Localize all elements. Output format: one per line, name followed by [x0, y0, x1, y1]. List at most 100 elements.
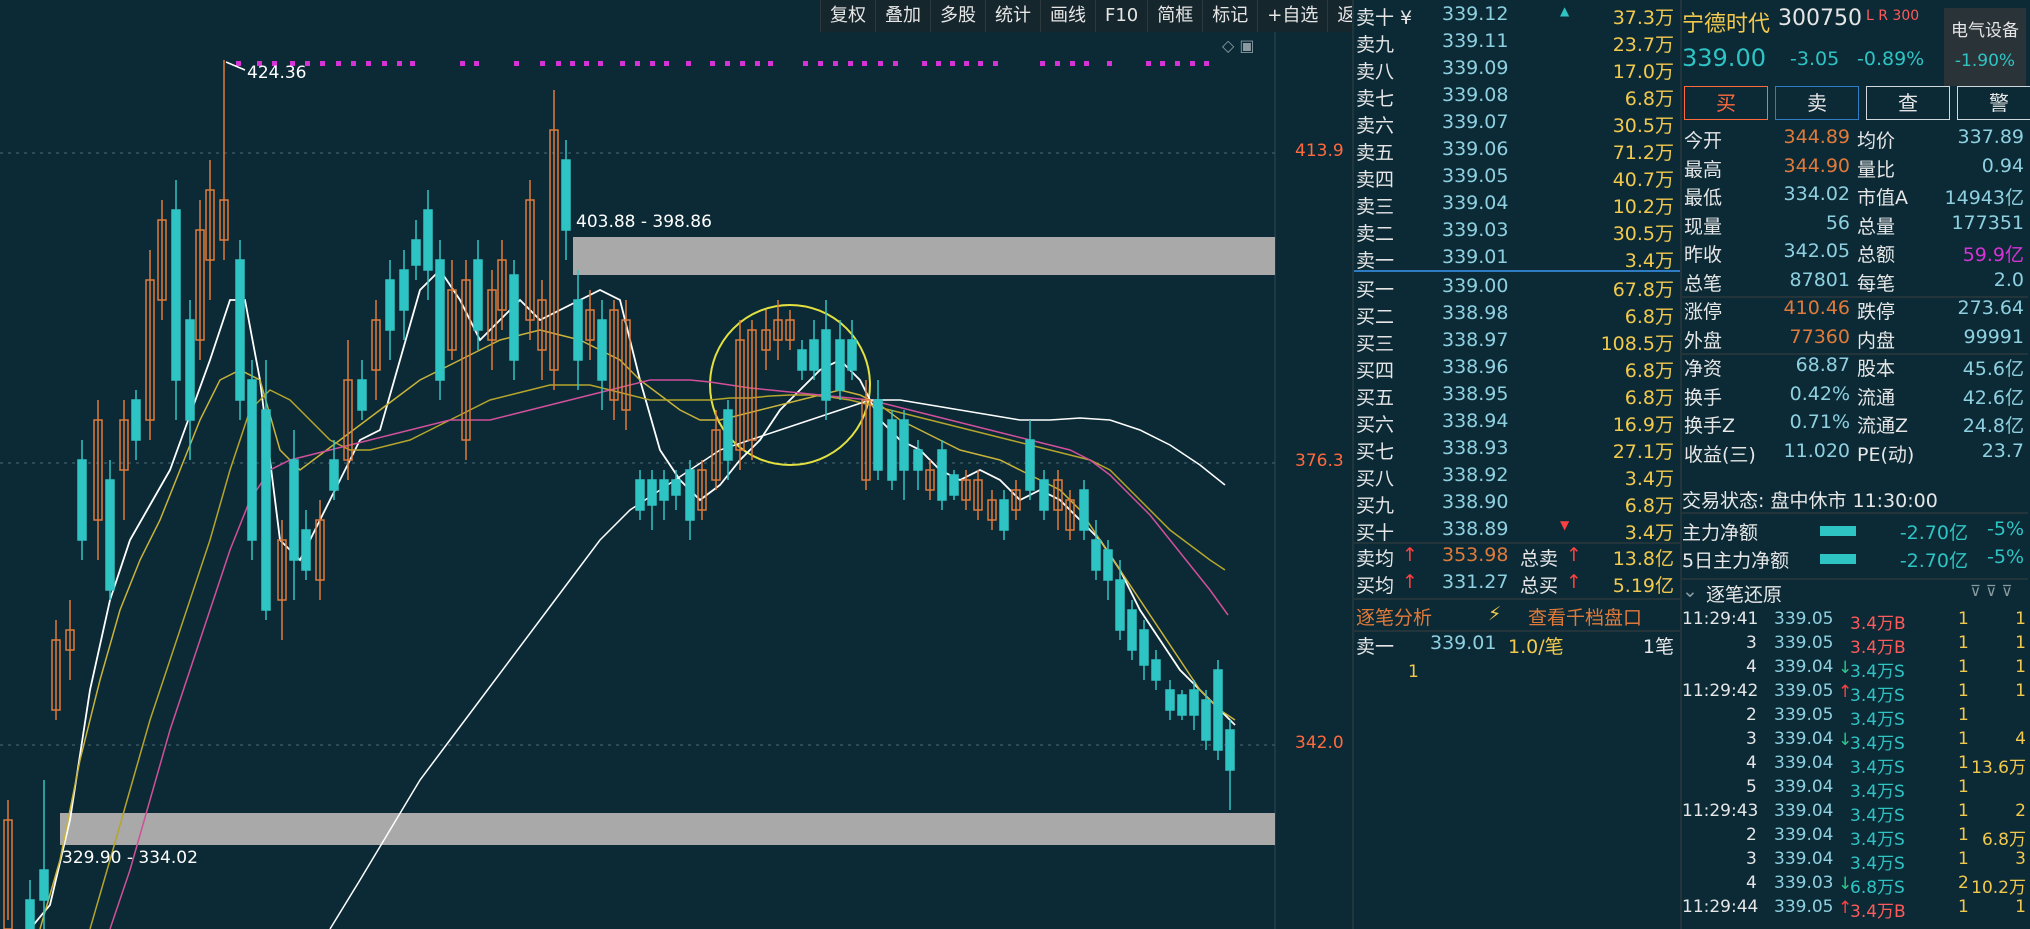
alert-button[interactable]: 警	[1957, 86, 2030, 120]
trade-count: 1	[1958, 777, 1969, 797]
filter-icon[interactable]: ⊽ ⊽ ⊽	[1970, 582, 2012, 600]
trade-extra: 2	[2015, 801, 2026, 821]
ob-label: 卖九	[1356, 34, 1395, 56]
bid-row[interactable]: 买五 338.95 6.8万	[1354, 381, 1680, 409]
draw-line-button[interactable]: 画线	[1040, 0, 1095, 32]
bid-row[interactable]: 买八 338.92 3.4万	[1354, 462, 1680, 490]
ob-volume: 108.5万	[1600, 333, 1674, 355]
trade-row[interactable]: 5 339.04 3.4万S 1	[1682, 776, 2028, 802]
depth-link[interactable]: 查看千档盘口	[1528, 603, 1642, 630]
ob-price: 339.09	[1442, 57, 1509, 79]
stat-value: 273.64	[1957, 297, 2024, 319]
trade-volume: 3.4万S	[1850, 686, 1905, 706]
query-button[interactable]: 查	[1866, 86, 1950, 120]
candle	[821, 329, 831, 401]
f10-button[interactable]: F10	[1095, 0, 1147, 32]
ask-row[interactable]: 卖五 339.06 71.2万	[1354, 136, 1680, 164]
trade-volume: 3.4万B	[1850, 614, 1906, 634]
stat-value: 0.94	[1981, 155, 2024, 177]
book-separator	[1354, 270, 1680, 272]
buy-button[interactable]: 买	[1684, 86, 1768, 120]
stat-label: 市值A	[1857, 187, 1908, 209]
tick-analysis-tab[interactable]: 逐笔分析	[1356, 603, 1432, 630]
ob-price: 339.07	[1442, 111, 1509, 133]
trade-price: 339.05	[1774, 681, 1834, 701]
statistics-button[interactable]: 统计	[985, 0, 1040, 32]
stat-value: 59.9亿	[1962, 244, 2024, 266]
bid-row[interactable]: 买一 339.00 67.8万	[1354, 273, 1680, 301]
ask-row[interactable]: 卖九 339.11 23.7万	[1354, 28, 1680, 56]
trade-row[interactable]: 3 339.05 3.4万B 1 1	[1682, 632, 2028, 658]
trade-row[interactable]: 2 339.05 3.4万S 1	[1682, 704, 2028, 730]
bid-row[interactable]: 买七 338.93 27.1万	[1354, 435, 1680, 463]
high-marker	[225, 61, 246, 71]
stat-label: PE(动)	[1857, 444, 1915, 466]
ob-label: 卖二	[1356, 223, 1395, 245]
stat-value: 177351	[1951, 212, 2024, 234]
candle	[1091, 539, 1101, 571]
trade-row[interactable]: 11:29:43 339.04 3.4万S 1 2	[1682, 800, 2028, 826]
trade-row[interactable]: 4 339.04 ↓ 3.4万S 1 1	[1682, 656, 2028, 682]
bid-row[interactable]: 买六 338.94 16.9万	[1354, 408, 1680, 436]
candle	[1115, 579, 1125, 631]
trade-count: 2	[1958, 873, 1969, 893]
sell-button[interactable]: 卖	[1775, 86, 1859, 120]
trade-row[interactable]: 11:29:44 339.05 ↑ 3.4万B 1 1	[1682, 896, 2028, 922]
ask-row[interactable]: 卖七 339.08 6.8万	[1354, 82, 1680, 110]
resistance-zone	[573, 237, 1275, 275]
candle	[39, 869, 49, 901]
multi-stock-button[interactable]: 多股	[930, 0, 985, 32]
ob-label: 买二	[1356, 306, 1395, 328]
trade-extra: 1	[2015, 897, 2026, 917]
stat-value: 23.7	[1981, 440, 2024, 462]
candle	[25, 899, 35, 929]
bid-row[interactable]: 买十 338.89 3.4万	[1354, 516, 1680, 544]
y-axis-label-mid: 376.3	[1295, 451, 1344, 471]
ask-row[interactable]: 卖一 339.01 3.4万	[1354, 244, 1680, 272]
bid-row[interactable]: 买九 338.90 6.8万	[1354, 489, 1680, 517]
trade-time: 3	[1746, 849, 1757, 869]
restore-rights-button[interactable]: 复权	[820, 0, 875, 32]
candle	[561, 159, 571, 231]
ask-row[interactable]: 卖三 339.04 10.2万	[1354, 190, 1680, 218]
chart-mode-icons[interactable]: ◇ ▣	[1222, 36, 1255, 55]
trade-count: 1	[1958, 801, 1969, 821]
candle	[399, 269, 409, 311]
bid-row[interactable]: 买二 338.98 6.8万	[1354, 300, 1680, 328]
ob-price: 339.08	[1442, 84, 1509, 106]
tick-per: 1.0/笔	[1508, 636, 1564, 658]
avg-buy: 331.27	[1442, 571, 1509, 593]
ask-row[interactable]: 卖十 ¥ 339.12 37.3万	[1354, 1, 1680, 29]
trade-row[interactable]: 11:29:41 339.05 3.4万B 1 1	[1682, 608, 2028, 634]
add-watchlist-button[interactable]: +自选	[1257, 0, 1327, 32]
trade-row[interactable]: 3 339.04 3.4万S 1 3	[1682, 848, 2028, 874]
ask-row[interactable]: 卖六 339.07 30.5万	[1354, 109, 1680, 137]
trade-row[interactable]: 3 339.04 ↓ 3.4万S 1 4	[1682, 728, 2028, 754]
trade-count: 1	[1958, 705, 1969, 725]
trade-volume: 3.4万S	[1850, 710, 1905, 730]
ob-label: 买九	[1356, 495, 1395, 517]
ob-price: 338.93	[1442, 437, 1509, 459]
overlay-button[interactable]: 叠加	[875, 0, 930, 32]
up-icon: ↑	[1402, 571, 1418, 593]
bid-row[interactable]: 买三 338.97 108.5万	[1354, 327, 1680, 355]
sector-box[interactable]: 电气设备 -1.90%	[1944, 8, 2026, 86]
trade-price: 339.05	[1774, 705, 1834, 725]
ask-row[interactable]: 卖二 339.03 30.5万	[1354, 217, 1680, 245]
ask-row[interactable]: 卖八 339.09 17.0万	[1354, 55, 1680, 83]
simple-frame-button[interactable]: 简框	[1147, 0, 1202, 32]
ob-volume: 17.0万	[1612, 61, 1674, 83]
trade-row[interactable]: 11:29:42 339.05 ↑ 3.4万S 1 1	[1682, 680, 2028, 706]
mark-button[interactable]: 标记	[1202, 0, 1257, 32]
trade-row[interactable]: 4 339.04 3.4万S 1 13.6万	[1682, 752, 2028, 778]
ob-volume: 3.4万	[1624, 522, 1674, 544]
trade-row[interactable]: 2 339.04 3.4万S 1 6.8万	[1682, 824, 2028, 850]
trade-volume: 3.4万S	[1850, 830, 1905, 850]
candle	[873, 399, 883, 471]
trade-row[interactable]: 4 339.03 ↓ 6.8万S 2 10.2万	[1682, 872, 2028, 898]
ask-row[interactable]: 卖四 339.05 40.7万	[1354, 163, 1680, 191]
kline-chart[interactable]: 424.36 403.88 - 398.86 329.90 - 334.02 4…	[0, 0, 1383, 929]
candle	[473, 259, 483, 331]
bid-row[interactable]: 买四 338.96 6.8万	[1354, 354, 1680, 382]
collapse-icon[interactable]: ⌄	[1682, 580, 1698, 602]
